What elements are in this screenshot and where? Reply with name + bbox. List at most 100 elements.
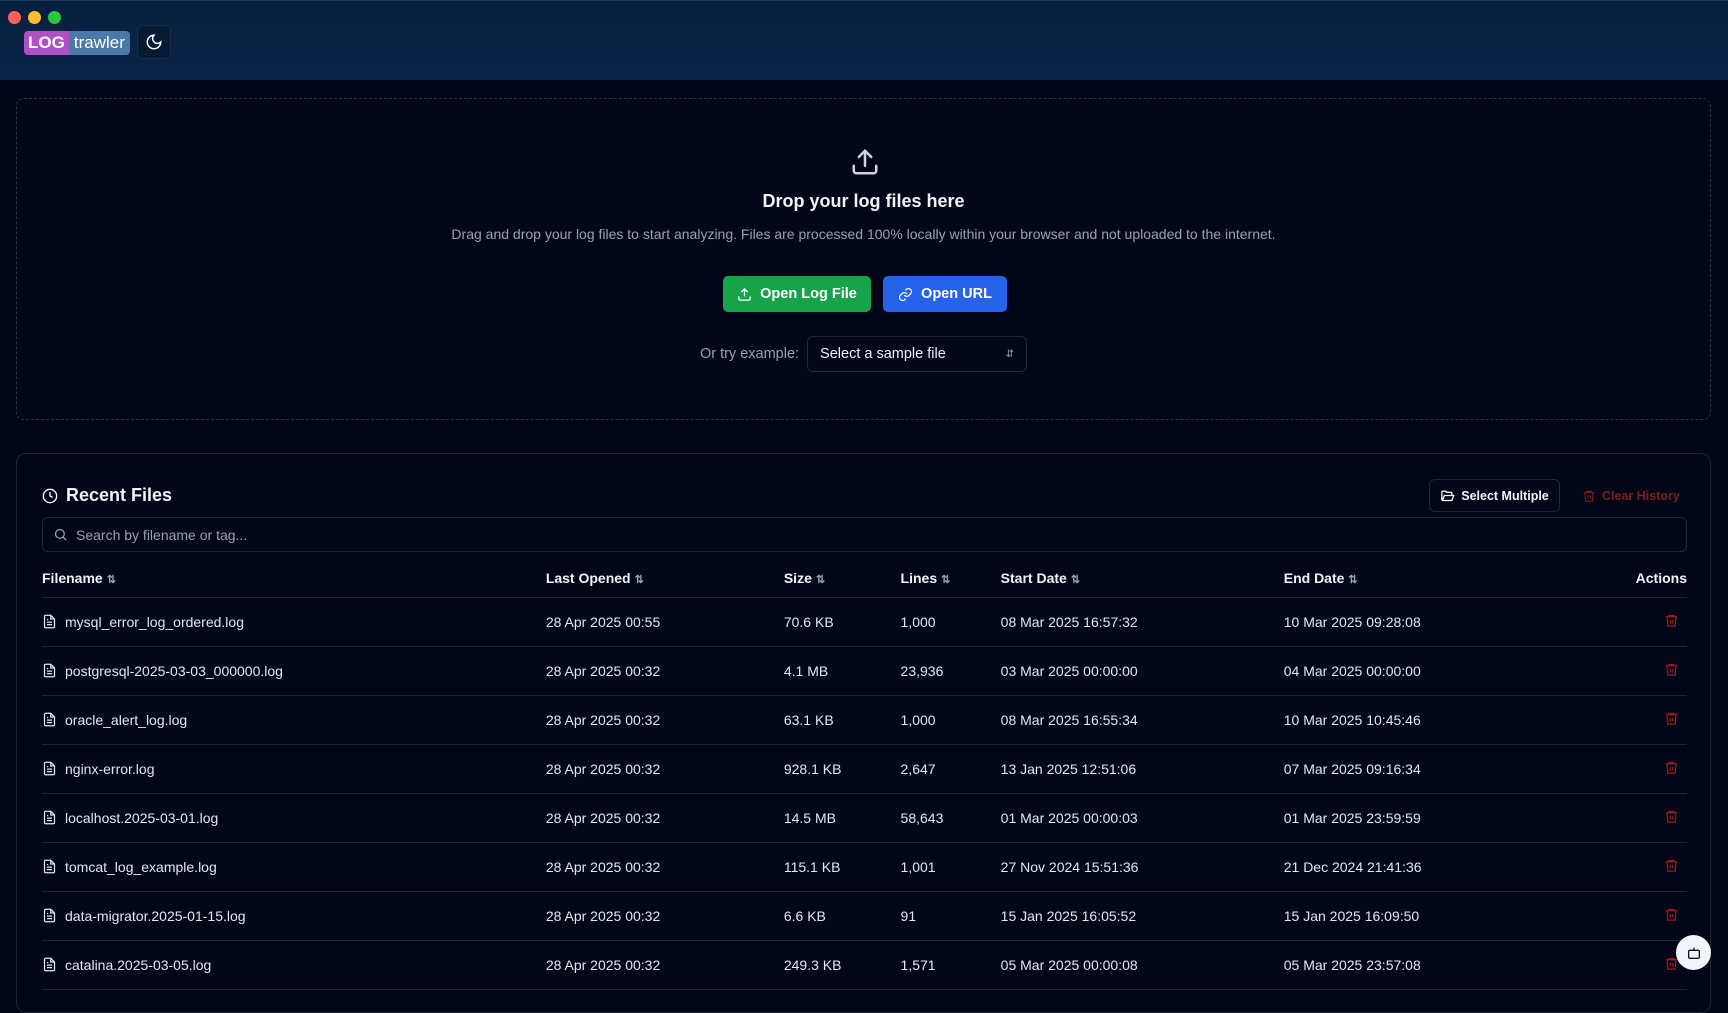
- delete-file-icon[interactable]: [1664, 613, 1679, 628]
- column-label: Last Opened: [545, 570, 631, 587]
- cell-value: 91: [900, 907, 917, 924]
- cell-value: 928.1 KB: [783, 760, 842, 777]
- column-header-last-opened[interactable]: Last Opened ⇅: [545, 560, 784, 598]
- column-header-filename[interactable]: Filename ⇅: [42, 560, 546, 598]
- cell-2: 63.1 KB: [783, 695, 901, 745]
- table-row[interactable]: tomcat_log_example.log 28 Apr 2025 00:32 1…: [42, 842, 1687, 892]
- select-multiple-label: Select Multiple: [1461, 488, 1549, 503]
- cell-value: 1,000: [900, 711, 936, 728]
- cell-5: 10 Mar 2025 10:45:46: [1283, 695, 1636, 745]
- file-icon: [43, 859, 56, 874]
- cell-4: 03 Mar 2025 00:00:00: [1000, 646, 1284, 696]
- example-label: Or try example:: [699, 346, 800, 362]
- table-row[interactable]: mysql_error_log_ordered.log 28 Apr 2025 0…: [42, 597, 1687, 647]
- delete-file-icon[interactable]: [1664, 858, 1679, 873]
- cell-1: 28 Apr 2025 00:32: [545, 646, 784, 696]
- file-icon: [43, 957, 56, 972]
- moon-icon: [146, 34, 162, 50]
- column-label: Lines: [900, 570, 938, 587]
- actions-cell: [1635, 646, 1687, 696]
- cell-5: 10 Mar 2025 09:28:08: [1283, 597, 1636, 647]
- assistant-button[interactable]: [1676, 935, 1711, 970]
- sample-file-select[interactable]: Select a sample file ⇵: [807, 336, 1028, 372]
- select-multiple-button[interactable]: Select Multiple: [1429, 479, 1560, 512]
- cell-value: 07 Mar 2025 09:16:34: [1283, 760, 1421, 777]
- app-logo[interactable]: LOG trawler: [24, 31, 130, 55]
- cell-2: 928.1 KB: [783, 744, 901, 794]
- clear-history-button[interactable]: Clear History: [1582, 479, 1680, 512]
- cell-value: 1,571: [900, 956, 936, 973]
- cell-value: 05 Mar 2025 00:00:08: [1000, 956, 1138, 973]
- actions-cell: [1635, 695, 1687, 745]
- upload-icon: [852, 148, 878, 175]
- cell-0: nginx-error.log: [42, 744, 546, 794]
- table-row[interactable]: nginx-error.log 28 Apr 2025 00:32 928.1 KB…: [42, 744, 1687, 794]
- column-header-end-date[interactable]: End Date ⇅: [1283, 560, 1636, 598]
- open-log-file-label: Open Log File: [760, 286, 857, 302]
- delete-file-icon[interactable]: [1664, 662, 1679, 677]
- column-label: Start Date: [1000, 570, 1067, 587]
- window-minimize-button[interactable]: [28, 11, 41, 24]
- cell-value: 15 Jan 2025 16:09:50: [1283, 907, 1420, 924]
- cell-value: 15 Jan 2025 16:05:52: [1000, 907, 1137, 924]
- table-row[interactable]: data-migrator.2025-01-15.log 28 Apr 2025 …: [42, 891, 1687, 941]
- sort-icon[interactable]: ⇅: [1348, 574, 1357, 586]
- delete-file-icon[interactable]: [1664, 809, 1679, 824]
- file-icon: [43, 761, 56, 776]
- cell-4: 15 Jan 2025 16:05:52: [1000, 891, 1284, 941]
- open-url-button[interactable]: Open URL: [883, 276, 1007, 312]
- file-icon: [43, 810, 56, 825]
- theme-toggle-button[interactable]: [137, 25, 171, 59]
- sort-icon[interactable]: ⇅: [107, 574, 116, 586]
- chevron-updown-icon: ⇵: [1005, 348, 1015, 360]
- filename: localhost.2025-03-01.log: [65, 809, 219, 826]
- sort-icon[interactable]: ⇅: [816, 574, 825, 586]
- cell-3: 1,000: [900, 695, 1001, 745]
- cell-4: 27 Nov 2024 15:51:36: [1000, 842, 1284, 892]
- table-row[interactable]: postgresql-2025-03-03_000000.log 28 Apr 2…: [42, 646, 1687, 696]
- window-maximize-button[interactable]: [48, 11, 61, 24]
- search-icon: [54, 528, 67, 541]
- file-drop-zone[interactable]: Drop your log files here Drag and drop y…: [16, 98, 1711, 420]
- cell-0: localhost.2025-03-01.log: [42, 793, 546, 843]
- cell-5: 05 Mar 2025 23:57:08: [1283, 940, 1636, 990]
- table-row[interactable]: localhost.2025-03-01.log 28 Apr 2025 00:3…: [42, 793, 1687, 843]
- window-close-button[interactable]: [8, 11, 21, 24]
- search-box: [42, 517, 1687, 552]
- cell-value: 10 Mar 2025 09:28:08: [1283, 613, 1421, 630]
- cell-0: oracle_alert_log.log: [42, 695, 546, 745]
- delete-file-icon[interactable]: [1664, 711, 1679, 726]
- delete-file-icon[interactable]: [1664, 760, 1679, 775]
- cell-3: 1,000: [900, 597, 1001, 647]
- sort-icon[interactable]: ⇅: [1071, 574, 1080, 586]
- cell-value: 249.3 KB: [783, 956, 842, 973]
- filename: nginx-error.log: [65, 760, 155, 777]
- cell-2: 14.5 MB: [783, 793, 901, 843]
- column-header-start-date[interactable]: Start Date ⇅: [1000, 560, 1284, 598]
- filename: postgresql-2025-03-03_000000.log: [65, 662, 283, 679]
- delete-file-icon[interactable]: [1664, 907, 1679, 922]
- table-row[interactable]: catalina.2025-03-05.log 28 Apr 2025 00:32…: [42, 940, 1687, 990]
- sort-icon[interactable]: ⇅: [635, 574, 644, 586]
- open-log-file-button[interactable]: Open Log File: [723, 276, 871, 312]
- cell-1: 28 Apr 2025 00:32: [545, 695, 784, 745]
- cell-5: 15 Jan 2025 16:09:50: [1283, 891, 1636, 941]
- cell-value: 6.6 KB: [783, 907, 826, 924]
- cell-value: 2,647: [900, 760, 936, 777]
- logo-log: LOG: [24, 31, 69, 55]
- column-label: Size: [783, 570, 812, 587]
- cell-4: 08 Mar 2025 16:55:34: [1000, 695, 1284, 745]
- filename: mysql_error_log_ordered.log: [65, 613, 244, 630]
- column-header-lines[interactable]: Lines ⇅: [900, 560, 1001, 598]
- sample-select-value: Select a sample file: [820, 346, 946, 362]
- column-header-size[interactable]: Size ⇅: [783, 560, 901, 598]
- column-header-actions: Actions: [1635, 560, 1687, 598]
- cell-value: 08 Mar 2025 16:55:34: [1000, 711, 1138, 728]
- cell-value: 28 Apr 2025 00:32: [545, 809, 661, 826]
- cell-value: 01 Mar 2025 00:00:03: [1000, 809, 1138, 826]
- table-row[interactable]: oracle_alert_log.log 28 Apr 2025 00:32 63.…: [42, 695, 1687, 745]
- actions-cell: [1635, 744, 1687, 794]
- search-input[interactable]: [76, 526, 1576, 543]
- logo-trawler: trawler: [68, 31, 130, 55]
- sort-icon[interactable]: ⇅: [941, 574, 950, 586]
